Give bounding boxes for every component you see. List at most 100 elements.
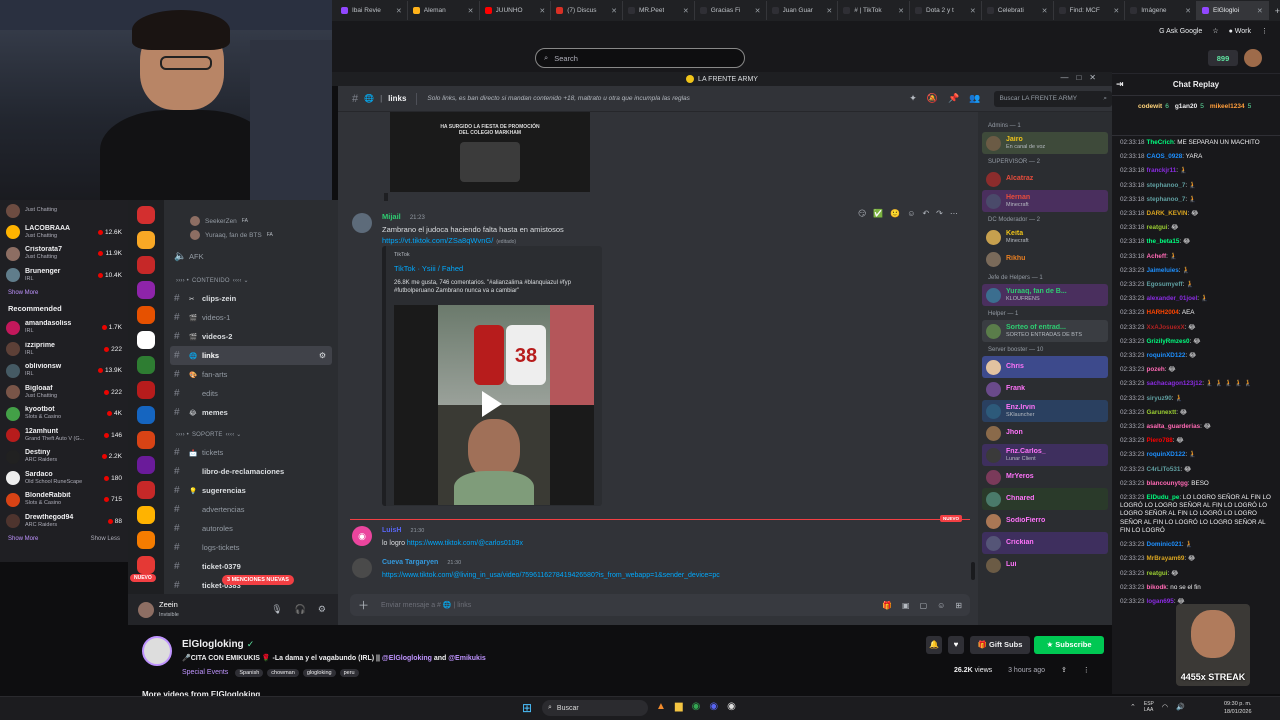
start-button[interactable]: ⊞ xyxy=(522,701,532,715)
channel-item[interactable]: amandasoliss IRL 1.7K xyxy=(0,317,128,339)
channel-item[interactable]: izziprime IRL 222 xyxy=(0,339,128,361)
member-item[interactable]: Alcatraz xyxy=(982,168,1108,190)
channel-points-badge[interactable]: 899 xyxy=(1208,50,1238,66)
category-soporte[interactable]: ›››› • SOPORTE ‹‹‹‹ ⌄ xyxy=(164,426,338,443)
close-tab-icon[interactable]: ✕ xyxy=(611,7,617,15)
close-tab-icon[interactable]: ✕ xyxy=(1042,7,1048,15)
leaderboard-entry[interactable]: codewit 6 xyxy=(1138,102,1169,135)
close-tab-icon[interactable]: ✕ xyxy=(683,7,689,15)
sticker-icon[interactable]: ▢ xyxy=(920,601,928,610)
more-menu-icon[interactable]: ⋮ xyxy=(1261,27,1268,35)
channel-tickets[interactable]: # 📩 tickets xyxy=(164,443,338,462)
close-tab-icon[interactable]: ✕ xyxy=(898,7,904,15)
author-name[interactable]: Cueva Targaryen xyxy=(382,559,438,566)
member-item[interactable]: Enz.Irvin SKlauncher xyxy=(982,400,1108,422)
emoji-icon[interactable]: 🙂 xyxy=(890,209,900,218)
author-avatar[interactable] xyxy=(352,558,372,578)
chrome-icon[interactable]: ◉ xyxy=(692,701,701,712)
browser-tab[interactable]: Ibai Revie ✕ xyxy=(336,1,408,20)
browser-tab[interactable]: Gracias Fi ✕ xyxy=(695,1,767,20)
browser-tab[interactable]: Aleman ✕ xyxy=(408,1,480,20)
member-item[interactable]: Yuraaq, fan de B... KLOUFRENS xyxy=(982,284,1108,306)
browser-tab[interactable]: Juan Guar ✕ xyxy=(767,1,839,20)
search-input[interactable]: ⌕ Search xyxy=(535,48,745,68)
channel-memes[interactable]: # 😂 memes xyxy=(164,403,338,422)
channel-name[interactable]: ElGlogloking xyxy=(182,639,244,650)
channel-autoroles[interactable]: # autoroles xyxy=(164,519,338,538)
chat-username[interactable]: asalta_guarderias xyxy=(1147,423,1201,430)
close-tab-icon[interactable]: ✕ xyxy=(755,7,761,15)
chat-username[interactable]: C4rLiTo531 xyxy=(1147,466,1181,473)
close-tab-icon[interactable]: ✕ xyxy=(970,7,976,15)
settings-gear-icon[interactable]: ⚙ xyxy=(318,604,326,615)
channel-libro-de-reclamaciones[interactable]: # libro-de-reclamaciones xyxy=(164,462,338,481)
ask-google-button[interactable]: G Ask Google xyxy=(1159,28,1202,35)
chat-username[interactable]: Garunextt xyxy=(1147,409,1177,416)
previous-video-embed[interactable]: HA SURGIDO LA FIESTA DE PROMOCIÓN DEL CO… xyxy=(390,112,590,192)
chat-username[interactable]: sachacagon123j12 xyxy=(1147,380,1203,387)
chat-username[interactable]: TheCrich xyxy=(1147,139,1174,146)
more-options-icon[interactable]: ⋯ xyxy=(950,209,958,218)
chat-username[interactable]: XxAJosuexX xyxy=(1147,324,1185,331)
message-link[interactable]: https://www.tiktok.com/@carlos0109x xyxy=(407,540,523,547)
channel-item[interactable]: Just Chatting xyxy=(0,200,128,222)
wifi-icon[interactable]: ◠ xyxy=(1162,703,1168,711)
heart-button[interactable]: ♥ xyxy=(948,636,964,654)
pin-icon[interactable]: 📌 xyxy=(948,93,959,104)
chat-username[interactable]: pozeh xyxy=(1147,366,1165,373)
browser-tab[interactable]: MR.Peet ✕ xyxy=(623,1,695,20)
member-item[interactable]: Lui xyxy=(982,554,1108,576)
server-icon[interactable] xyxy=(137,456,155,474)
channel-logs-tickets[interactable]: # logs-tickets xyxy=(164,538,338,557)
server-icon[interactable] xyxy=(137,231,155,249)
channel-item[interactable]: Sardaco Old School RuneScape 180 xyxy=(0,468,128,490)
more-icon[interactable]: ⋮ xyxy=(1083,667,1090,674)
embed-title[interactable]: TikTok · Ysiii / Fahed xyxy=(394,264,594,273)
folder-icon[interactable]: ▆ xyxy=(675,701,683,712)
gift-subs-button[interactable]: 🎁 Gift Subs xyxy=(970,636,1030,654)
tag-pill[interactable]: glogloking xyxy=(302,669,336,677)
bookmark-star-icon[interactable]: ☆ xyxy=(1212,27,1218,35)
member-item[interactable]: Fnz.Carlos_ Lunar Client xyxy=(982,444,1108,466)
voice-user[interactable]: SeekerZen FA xyxy=(164,214,338,228)
add-attachment-icon[interactable]: ＋ xyxy=(358,597,369,613)
server-icon[interactable] xyxy=(137,331,155,349)
volume-icon[interactable]: 🔊 xyxy=(1176,703,1185,711)
app-icon-1[interactable]: ▲ xyxy=(656,701,666,712)
close-tab-icon[interactable]: ✕ xyxy=(1113,7,1119,15)
server-icon[interactable] xyxy=(137,481,155,499)
browser-tab[interactable]: # | TikTok ✕ xyxy=(838,1,910,20)
message-input[interactable]: ＋ Enviar mensaje a # 🌐 | links 🎁 ▣ ▢ ☺ ⊞ xyxy=(350,594,970,616)
mute-icon[interactable]: 🔕 xyxy=(927,93,938,104)
chat-username[interactable]: blancounytgg xyxy=(1147,480,1188,487)
tiktok-video-player[interactable]: 38 xyxy=(394,305,594,505)
tag-pill[interactable]: Spanish xyxy=(235,669,264,677)
share-icon[interactable]: ⇪ xyxy=(1061,667,1067,674)
chat-username[interactable]: alexander_01joel xyxy=(1147,295,1198,302)
window-controls[interactable]: —□✕ xyxy=(1060,73,1104,82)
chat-username[interactable]: ElDudu_pe xyxy=(1147,494,1180,501)
server-icon[interactable] xyxy=(137,556,155,574)
browser-tab[interactable]: Dota 2 y t ✕ xyxy=(910,1,982,20)
chat-username[interactable]: HARH2004 xyxy=(1147,309,1179,316)
subscribe-button[interactable]: ★ Subscribe xyxy=(1034,636,1104,654)
chat-username[interactable]: stephanoo_7 xyxy=(1147,196,1186,203)
chat-username[interactable]: reatgui xyxy=(1147,570,1168,577)
server-icon[interactable] xyxy=(137,281,155,299)
author-avatar[interactable]: ◉ xyxy=(352,526,372,546)
channel-edits[interactable]: # edits xyxy=(164,384,338,403)
close-tab-icon[interactable]: ✕ xyxy=(1185,7,1191,15)
members-icon[interactable]: 👥 xyxy=(969,93,980,104)
server-icon[interactable] xyxy=(137,256,155,274)
apps-icon[interactable]: ⊞ xyxy=(955,601,962,610)
chat-username[interactable]: Acheff xyxy=(1147,253,1167,260)
leaderboard-entry[interactable]: mikeel1234 5 xyxy=(1210,102,1251,135)
category-link[interactable]: Special Events xyxy=(182,669,228,676)
user-avatar-discord[interactable] xyxy=(138,601,154,618)
afk-voice-channel[interactable]: 🔈 AFK xyxy=(164,247,338,266)
author-name[interactable]: Mijail xyxy=(382,212,401,221)
close-tab-icon[interactable]: ✕ xyxy=(468,7,474,15)
channel-item[interactable]: Bigloaaf Just Chatting 222 xyxy=(0,382,128,404)
play-icon[interactable] xyxy=(482,391,502,417)
close-tab-icon[interactable]: ✕ xyxy=(826,7,832,15)
